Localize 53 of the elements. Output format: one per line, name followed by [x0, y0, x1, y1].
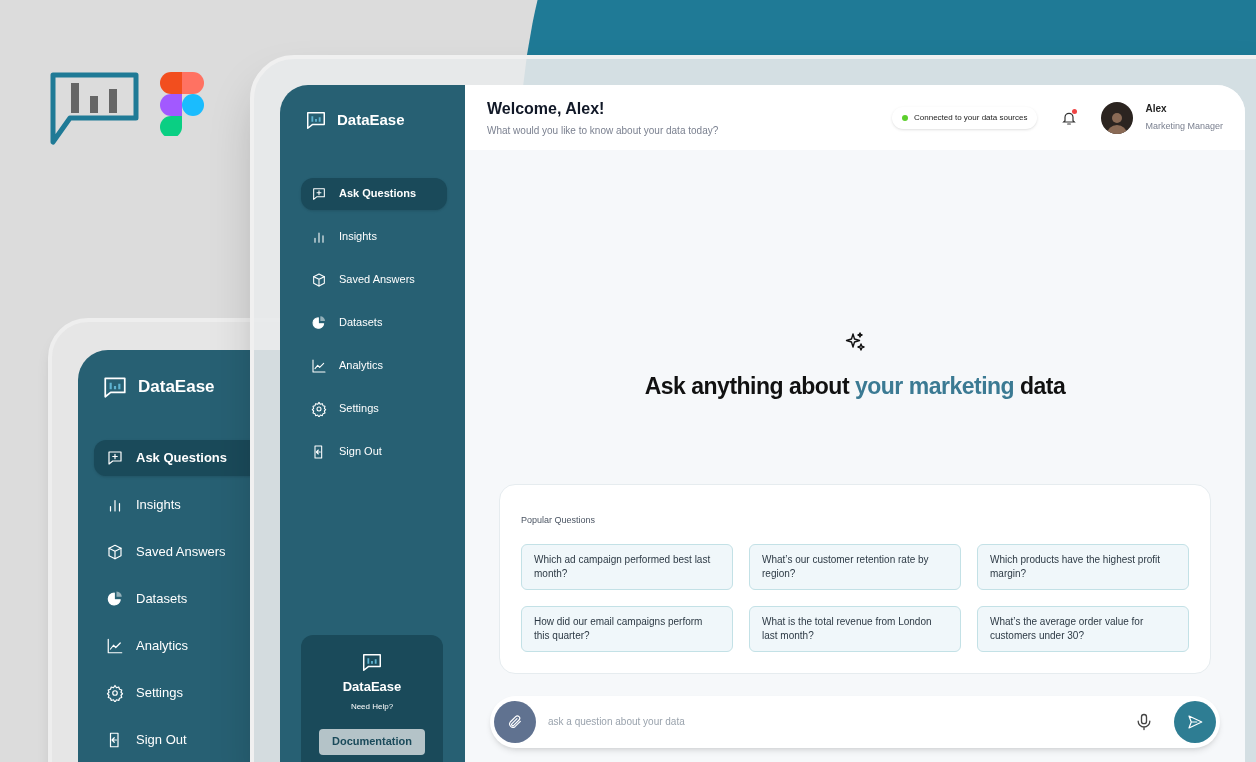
- nav-item[interactable]: Insights: [301, 220, 447, 253]
- status-text: Connected to your data sources: [914, 111, 1028, 124]
- help-text: Need Help?: [350, 700, 394, 713]
- cube-icon: [106, 543, 124, 561]
- documentation-button[interactable]: Documentation: [319, 728, 425, 755]
- question-chip[interactable]: Which products have the highest profit margin?: [977, 543, 1189, 590]
- chat-chart-icon: [361, 651, 383, 673]
- logo-icon: [160, 72, 204, 136]
- question-field[interactable]: ask a question about your data: [548, 714, 1122, 729]
- nav-item[interactable]: Ask Questions: [301, 177, 447, 210]
- nav-item[interactable]: Sign Out: [94, 722, 254, 758]
- nav-item[interactable]: Datasets: [301, 306, 447, 339]
- question-input[interactable]: ask a question about your data: [490, 695, 1220, 748]
- pie-chart-icon: [106, 590, 124, 608]
- user-name: Alex: [1145, 102, 1168, 117]
- line-chart-icon: [106, 637, 124, 655]
- gear-icon: [106, 684, 124, 702]
- welcome-title: Welcome, Alex!: [487, 99, 606, 119]
- nav-item[interactable]: Insights: [94, 487, 254, 523]
- chat-plus-icon: [311, 185, 327, 202]
- question-chip[interactable]: Which ad campaign performed best last month?: [521, 543, 733, 590]
- nav-item[interactable]: Sign Out: [301, 435, 447, 468]
- section-title: Popular Questions: [521, 514, 596, 525]
- chat-chart-icon: [102, 374, 128, 400]
- welcome-subtitle: What would you like to know about your data today?: [487, 124, 719, 138]
- avatar[interactable]: [1101, 101, 1134, 134]
- brand-name: DataEase: [337, 110, 405, 130]
- pie-chart-icon: [311, 314, 327, 331]
- cube-icon: [311, 271, 327, 288]
- question-chip[interactable]: How did our email campaigns perform this quarter?: [521, 605, 733, 652]
- chat-plus-icon: [106, 449, 124, 467]
- nav-item[interactable]: Datasets: [94, 581, 254, 617]
- paperclip-icon: [507, 713, 523, 730]
- hero-title: Ask anything about your marketing data: [644, 372, 1066, 401]
- question-chip[interactable]: What is the total revenue from London last month?: [749, 605, 961, 652]
- user-role: Marketing Manager: [1145, 120, 1223, 134]
- nav-item[interactable]: Settings: [301, 392, 447, 425]
- nav-item[interactable]: Saved Answers: [94, 534, 254, 570]
- help-card-title: DataEase: [342, 678, 402, 696]
- chat-chart-icon: [305, 109, 327, 132]
- nav-item[interactable]: Settings: [94, 675, 254, 711]
- question-chip[interactable]: What’s the average order value for customers under 30?: [977, 605, 1189, 652]
- brand-name: DataEase: [138, 376, 215, 399]
- notification-button[interactable]: [1061, 108, 1078, 127]
- line-chart-icon: [311, 357, 327, 374]
- send-button[interactable]: [1174, 700, 1216, 743]
- question-chip[interactable]: What’s our customer retention rate by region?: [749, 543, 961, 590]
- nav-item[interactable]: Saved Answers: [301, 263, 447, 296]
- chat-chart-icon: [50, 72, 140, 146]
- nav-item[interactable]: Analytics: [301, 349, 447, 382]
- nav-item[interactable]: Analytics: [94, 628, 254, 664]
- attach-button[interactable]: [494, 700, 536, 743]
- gear-icon: [311, 400, 327, 417]
